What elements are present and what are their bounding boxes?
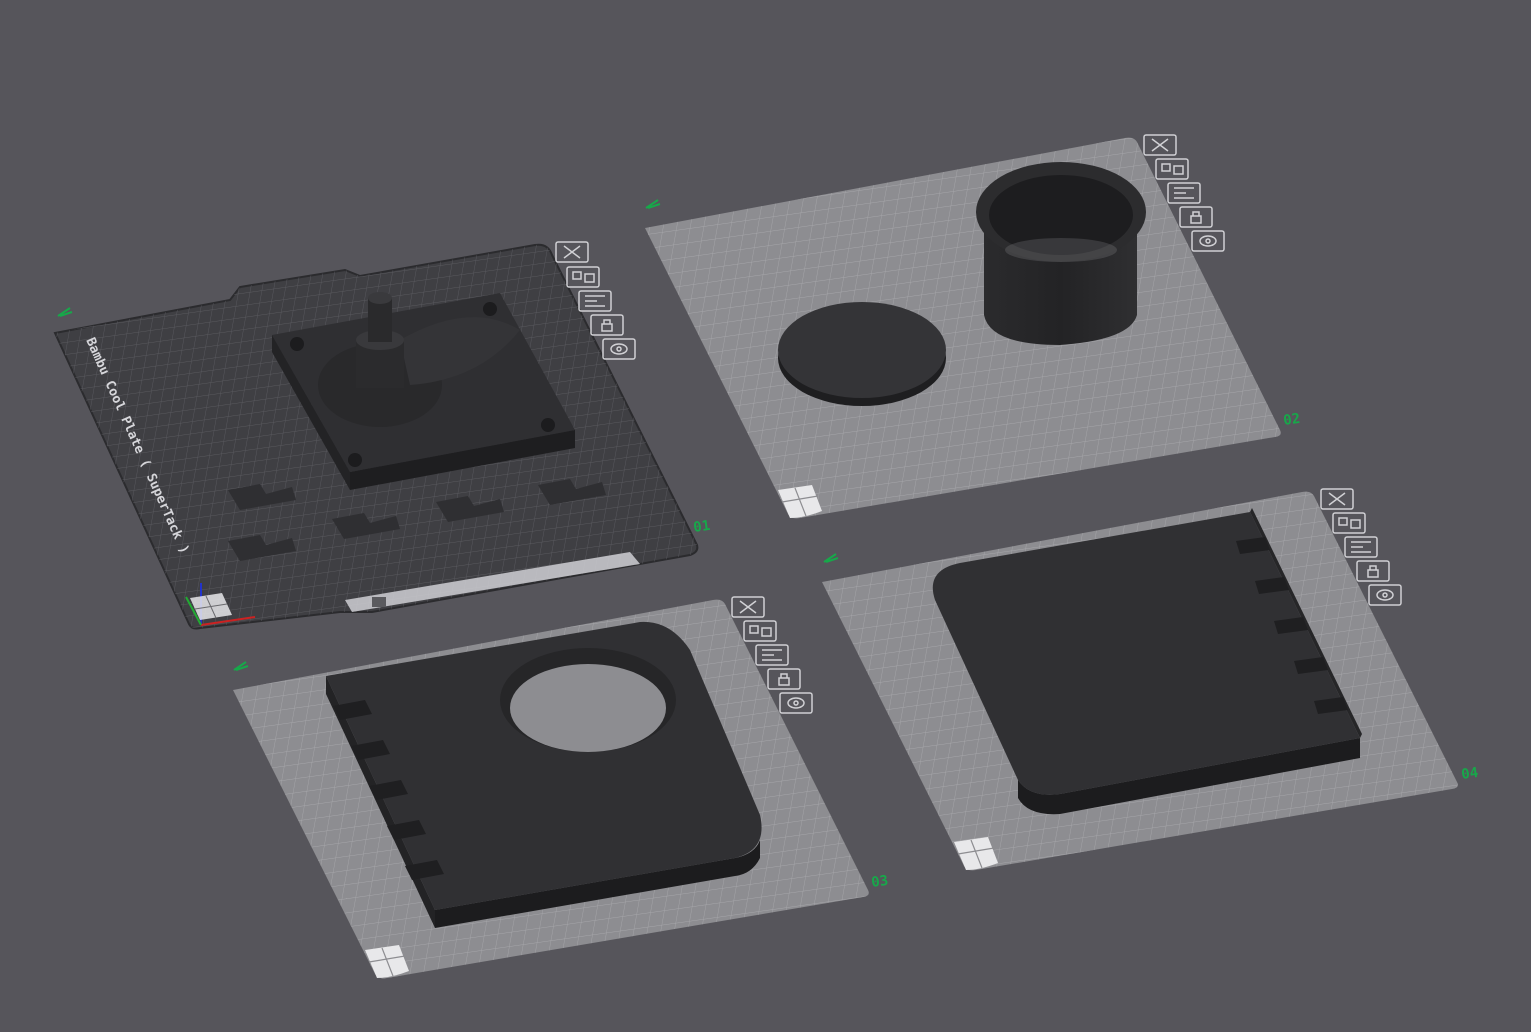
plate-04-view-icon[interactable] [1368, 584, 1402, 606]
plate-03-plate-settings-icon[interactable] [755, 644, 789, 666]
plate-02-auto-arrange-icon[interactable] [1155, 158, 1189, 180]
plate-02-edit-icon[interactable] [645, 199, 661, 209]
plate-04-number: 04 [1460, 765, 1479, 783]
plate-01-plate-settings-icon[interactable] [578, 290, 612, 312]
plate-03-close-icon[interactable] [731, 596, 765, 618]
plate-01-edit-icon[interactable] [57, 307, 73, 317]
plate-03[interactable]: 03 [233, 596, 889, 979]
plate-02-lock-icon[interactable] [1179, 206, 1213, 228]
plate-03-edit-icon[interactable] [233, 661, 249, 671]
plate-04-lock-icon[interactable] [1356, 560, 1390, 582]
plate-01-lock-icon[interactable] [590, 314, 624, 336]
plate-02-cup-model[interactable] [976, 162, 1146, 345]
plate-03-auto-arrange-icon[interactable] [743, 620, 777, 642]
plate-04-close-icon[interactable] [1320, 488, 1354, 510]
plate-03-number: 03 [870, 873, 889, 891]
plate-02[interactable]: 02 [645, 134, 1301, 519]
plate-04[interactable]: 04 [822, 488, 1479, 871]
plate-01[interactable]: Bambu Cool Plate ( SuperTack ) 01 [53, 241, 711, 630]
plate-02-view-icon[interactable] [1191, 230, 1225, 252]
plate-03-view-icon[interactable] [779, 692, 813, 714]
plate-01-number: 01 [692, 518, 711, 536]
plate-01-close-icon[interactable] [555, 241, 589, 263]
plate-03-lock-icon[interactable] [767, 668, 801, 690]
plate-02-disc-model[interactable] [778, 302, 946, 406]
plate-04-edit-icon[interactable] [823, 553, 839, 563]
plate-02-plate-settings-icon[interactable] [1167, 182, 1201, 204]
plate-04-auto-arrange-icon[interactable] [1332, 512, 1366, 534]
3d-build-plate-viewport[interactable]: Bambu Cool Plate ( SuperTack ) 01 02 03 … [0, 0, 1531, 1028]
plate-04-plate-settings-icon[interactable] [1344, 536, 1378, 558]
plate-02-close-icon[interactable] [1143, 134, 1177, 156]
plate-01-view-icon[interactable] [602, 338, 636, 360]
plate-01-auto-arrange-icon[interactable] [566, 266, 600, 288]
plate-02-number: 02 [1282, 411, 1301, 429]
